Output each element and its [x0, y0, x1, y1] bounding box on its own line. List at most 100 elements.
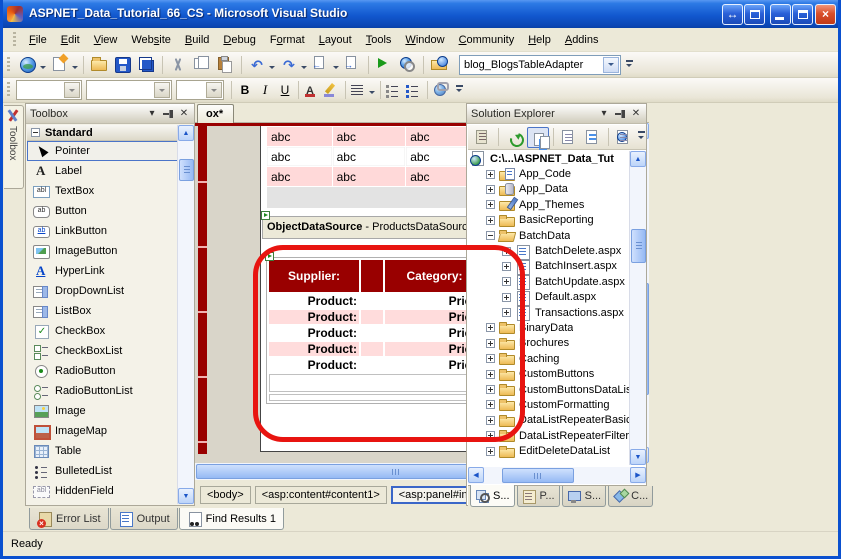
product-input-cell[interactable]	[361, 326, 383, 340]
tree-item-brochures[interactable]: Brochures	[468, 336, 631, 351]
tree-item-binarydata[interactable]: BinaryData	[468, 320, 631, 335]
navigate-forward-button[interactable]	[342, 55, 364, 75]
toolbox-item-checkbox[interactable]: CheckBox	[27, 321, 179, 341]
window-position-button[interactable]: ▾	[596, 106, 612, 122]
plus-expander-icon[interactable]	[502, 308, 511, 317]
plus-expander-icon[interactable]	[486, 216, 495, 225]
save-all-button[interactable]	[136, 55, 158, 75]
maximize-button[interactable]	[792, 4, 813, 25]
plus-expander-icon[interactable]	[502, 262, 511, 271]
panel-tab-solution-explorer-tab-icon[interactable]: S...	[470, 485, 515, 507]
aspnet-configuration-button[interactable]	[613, 127, 635, 148]
tree-item-app-code[interactable]: App_Code	[468, 166, 631, 181]
scroll-down-icon[interactable]: ▼	[630, 449, 646, 465]
copy-button[interactable]	[191, 55, 213, 75]
bottom-tab-output[interactable]: Output	[110, 508, 178, 530]
target-rule-combo[interactable]	[16, 80, 82, 100]
document-tab[interactable]: ox*	[197, 104, 234, 123]
toolbar-options-button[interactable]	[623, 55, 637, 75]
close-solution-explorer-button[interactable]: ✕	[628, 106, 644, 122]
menu-item-layout[interactable]: Layout	[312, 31, 359, 49]
toolbox-item-radiobuttonlist[interactable]: RadioButtonList	[27, 381, 179, 401]
browse-with-button[interactable]	[428, 55, 450, 75]
tree-item-app-data[interactable]: App_Data	[468, 182, 631, 197]
toolbox-item-button[interactable]: Button	[27, 201, 179, 221]
refresh-button[interactable]	[503, 127, 525, 148]
bottom-tab-error-list[interactable]: Error List	[29, 508, 109, 530]
chevron-down-icon[interactable]	[269, 66, 275, 72]
chevron-down-icon[interactable]	[369, 91, 375, 97]
product-input-cell[interactable]	[361, 310, 383, 324]
menu-item-view[interactable]: View	[87, 31, 125, 49]
plus-expander-icon[interactable]	[486, 200, 495, 209]
copy-website-button[interactable]	[527, 127, 549, 148]
view-code-button[interactable]	[558, 127, 580, 148]
toolbox-item-label[interactable]: Label	[27, 161, 179, 181]
plus-expander-icon[interactable]	[486, 400, 495, 409]
combo-dropdown-icon[interactable]	[603, 57, 619, 73]
tree-item-custombuttonsdatalist[interactable]: CustomButtonsDataList	[468, 382, 631, 397]
underline-button[interactable]: U	[275, 80, 295, 100]
save-button[interactable]	[112, 55, 134, 75]
objectdatasource-control[interactable]: ObjectDataSource - ProductsDataSource	[262, 216, 487, 239]
panel-tab-properties-tab-icon[interactable]: P...	[517, 486, 560, 507]
menu-item-website[interactable]: Website	[124, 31, 178, 49]
numbered-list-button[interactable]	[384, 80, 404, 100]
italic-button[interactable]: I	[255, 80, 275, 100]
collapse-icon[interactable]	[31, 128, 40, 137]
menu-item-build[interactable]: Build	[178, 31, 216, 49]
scrollbar-thumb[interactable]	[502, 468, 574, 483]
start-debugging-button[interactable]	[373, 55, 395, 75]
tree-item-app-themes[interactable]: App_Themes	[468, 197, 631, 212]
chevron-down-icon[interactable]	[40, 66, 46, 72]
new-website-button[interactable]	[17, 55, 39, 75]
toolbox-item-hiddenfield[interactable]: HiddenField	[27, 481, 179, 501]
redo-button[interactable]: ↷	[278, 55, 300, 75]
plus-expander-icon[interactable]	[486, 170, 495, 179]
bottom-tab-find-results-1[interactable]: Find Results 1	[179, 508, 284, 530]
combo-dropdown-icon[interactable]	[64, 82, 80, 98]
plus-expander-icon[interactable]	[486, 447, 495, 456]
scroll-down-icon[interactable]: ▼	[178, 488, 194, 504]
minus-expander-icon[interactable]	[486, 231, 495, 240]
tree-item-batchinsert-aspx[interactable]: BatchInsert.aspx	[468, 259, 631, 274]
panel-tab-class-view-tab-icon[interactable]: C...	[608, 486, 653, 507]
toolbox-item-checkboxlist[interactable]: CheckBoxList	[27, 341, 179, 361]
tree-item-editdeletedatalist[interactable]: EditDeleteDataList	[468, 443, 631, 458]
tree-item-custombuttons[interactable]: CustomButtons	[468, 366, 631, 381]
menu-item-community[interactable]: Community	[452, 31, 522, 49]
scroll-up-icon[interactable]: ▲	[630, 151, 646, 167]
tree-item-batchdata[interactable]: BatchData	[468, 228, 631, 243]
paste-button[interactable]	[215, 55, 237, 75]
chevron-down-icon[interactable]	[333, 66, 339, 72]
plus-expander-icon[interactable]	[486, 323, 495, 332]
plus-expander-icon[interactable]	[502, 293, 511, 302]
menu-item-edit[interactable]: Edit	[54, 31, 87, 49]
tree-item-basicreporting[interactable]: BasicReporting	[468, 213, 631, 228]
convert-to-hyperlink-button[interactable]	[431, 80, 451, 100]
cut-button[interactable]	[167, 55, 189, 75]
tree-item-transactions-aspx[interactable]: Transactions.aspx	[468, 305, 631, 320]
toolbar-options-button[interactable]	[453, 80, 467, 100]
bold-button[interactable]: B	[235, 80, 255, 100]
close-toolbox-button[interactable]: ✕	[176, 106, 192, 122]
font-color-button[interactable]	[302, 80, 322, 100]
toolbox-item-table[interactable]: Table	[27, 441, 179, 461]
tree-item-datalistrepeaterbasics[interactable]: DataListRepeaterBasics	[468, 413, 631, 428]
navigate-backward-button[interactable]	[310, 55, 332, 75]
menu-item-format[interactable]: Format	[263, 31, 312, 49]
bulleted-list-button[interactable]	[404, 80, 424, 100]
smart-tag-glyph-icon[interactable]	[261, 211, 270, 220]
toolbox-item-literal[interactable]: Literal	[27, 501, 179, 506]
panel-tab-server-explorer-tab-icon[interactable]: S...	[562, 486, 607, 507]
toolbox-side-tab[interactable]: Toolbox	[4, 105, 24, 189]
toolbox-item-linkbutton[interactable]: LinkButton	[27, 221, 179, 241]
toolbox-item-radiobutton[interactable]: RadioButton	[27, 361, 179, 381]
add-new-item-button[interactable]	[49, 55, 71, 75]
find-combo[interactable]: blog_BlogsTableAdapter	[459, 55, 621, 75]
close-button[interactable]: ×	[815, 4, 836, 25]
view-designer-button[interactable]	[582, 127, 604, 148]
menu-item-file[interactable]: File	[22, 31, 54, 49]
tree-item-batchupdate-aspx[interactable]: BatchUpdate.aspx	[468, 274, 631, 289]
plus-expander-icon[interactable]	[486, 416, 495, 425]
